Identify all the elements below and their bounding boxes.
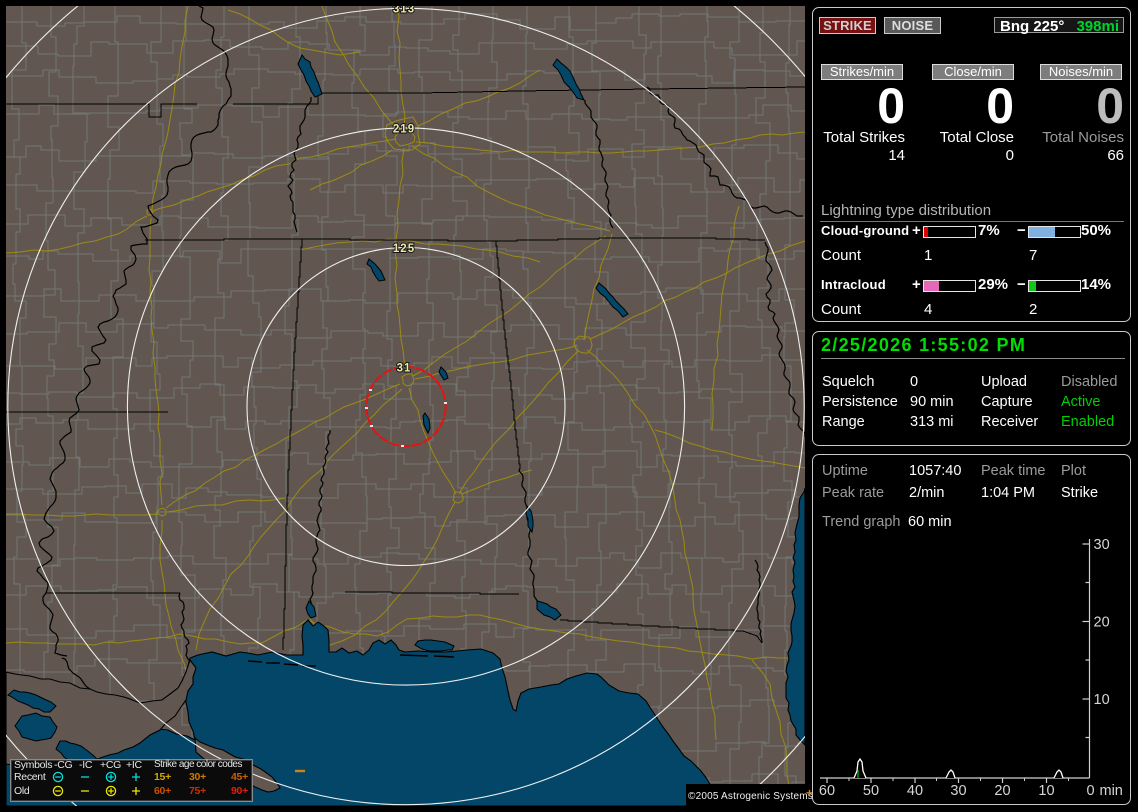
svg-text:313: 313 [393,4,415,16]
svg-text:10: 10 [1038,783,1054,799]
svg-text:20: 20 [994,783,1010,799]
svg-text:219: 219 [393,124,415,136]
svg-text:40: 40 [907,783,923,799]
svg-text:125: 125 [393,243,415,255]
svg-text:30: 30 [1094,537,1110,553]
svg-text:60: 60 [819,783,835,799]
svg-text:20: 20 [1094,615,1110,631]
svg-text:31: 31 [397,363,412,375]
svg-text:30: 30 [950,783,966,799]
svg-text:50: 50 [863,783,879,799]
svg-text:0: 0 [1086,783,1094,799]
svg-text:min: min [1100,783,1123,799]
svg-text:10: 10 [1094,692,1110,708]
